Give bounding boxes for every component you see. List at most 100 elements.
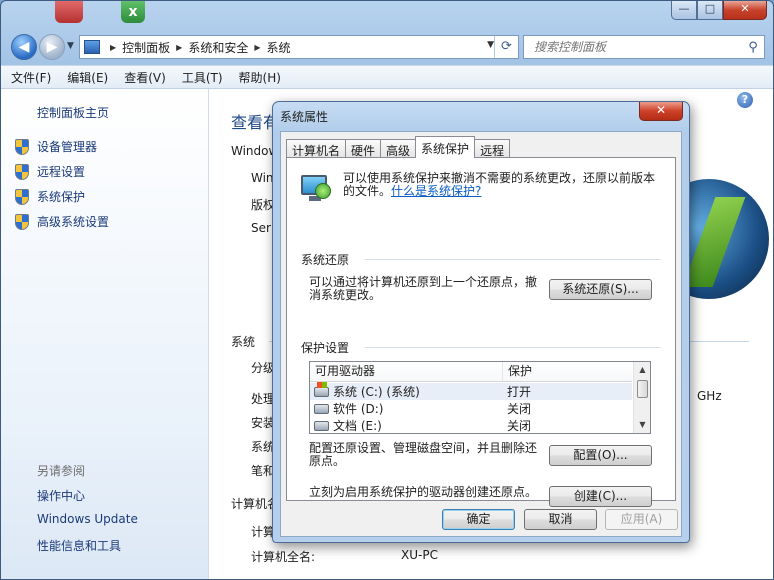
tab-remote[interactable]: 远程 <box>474 139 511 158</box>
tab-strip: 计算机名 硬件 高级 系统保护 远程 <box>286 136 511 158</box>
caption-buttons: — □ ✕ <box>671 1 767 20</box>
what-is-system-protection-link[interactable]: 什么是系统保护? <box>391 184 481 198</box>
ok-button[interactable]: 确定 <box>442 509 515 530</box>
breadcrumb-chevron-icon[interactable]: ▶ <box>254 43 260 52</box>
menu-help[interactable]: 帮助(H) <box>239 69 281 86</box>
intro-text-block: 可以使用系统保护来撤消不需要的系统更改，还原以前版本的文件。什么是系统保护? <box>343 172 663 198</box>
sidebar-item-label: 系统保护 <box>37 190 86 204</box>
dialog-close-button[interactable]: ✕ <box>639 102 683 121</box>
minimize-button[interactable]: — <box>671 1 697 20</box>
sidebar-item-remote-settings[interactable]: 远程设置 <box>15 163 85 180</box>
scroll-down-icon[interactable]: ▼ <box>634 417 650 433</box>
dialog-title: 系统属性 <box>280 110 329 124</box>
sidebar-item-system-protection[interactable]: 系统保护 <box>15 188 85 205</box>
column-header-protection[interactable]: 保护 <box>503 362 632 381</box>
system-restore-description: 可以通过将计算机还原到上一个还原点，撤消系统更改。 <box>309 275 538 302</box>
tab-computer-name[interactable]: 计算机名 <box>286 139 347 158</box>
edition-row-label: Win <box>251 171 274 185</box>
drive-icon <box>314 420 329 431</box>
full-name-label: 计算机全名: <box>251 550 316 564</box>
configure-description: 配置还原设置、管理磁盘空间，并且删除还原点。 <box>309 441 538 468</box>
sidebar-item-device-manager[interactable]: 设备管理器 <box>15 138 97 155</box>
refresh-icon[interactable]: ⟳ <box>494 36 518 58</box>
column-header-drives[interactable]: 可用驱动器 <box>310 362 503 381</box>
title-bar: x — □ ✕ <box>1 1 773 29</box>
search-input[interactable] <box>524 39 742 55</box>
protection-settings-group-label: 保护设置 <box>301 341 350 355</box>
protection-state: 关闭 <box>507 402 532 416</box>
menu-view[interactable]: 查看(V) <box>124 69 166 86</box>
menu-edit[interactable]: 编辑(E) <box>67 69 108 86</box>
table-row[interactable]: 文档 (E:) 关闭 <box>310 417 632 433</box>
breadcrumb-item-control-panel[interactable]: 控制面板 <box>122 39 170 56</box>
system-protection-icon <box>301 173 331 203</box>
tab-advanced[interactable]: 高级 <box>380 139 417 158</box>
system-restore-button[interactable]: 系统还原(S)... <box>549 279 652 300</box>
breadcrumb-chevron-icon[interactable]: ▶ <box>110 43 116 52</box>
uac-shield-icon <box>15 213 29 230</box>
excel-icon: x <box>121 1 145 23</box>
breadcrumb-item-system-security[interactable]: 系统和安全 <box>188 39 248 56</box>
back-button[interactable]: ◀ <box>11 34 37 60</box>
system-drive-icon <box>314 381 329 397</box>
menu-tools[interactable]: 工具(T) <box>182 69 223 86</box>
table-row[interactable]: 系统 (C:) (系统) 打开 <box>310 381 632 400</box>
menu-bar: 文件(F) 编辑(E) 查看(V) 工具(T) 帮助(H) <box>1 65 773 89</box>
create-description: 立刻为启用系统保护的驱动器创建还原点。 <box>309 485 538 499</box>
menu-file[interactable]: 文件(F) <box>11 69 51 86</box>
service-pack-row-label: Ser <box>251 221 271 235</box>
drive-name: 文档 (E:) <box>333 419 382 433</box>
tab-system-protection[interactable]: 系统保护 <box>415 136 476 158</box>
dialog-client-area: 计算机名 硬件 高级 系统保护 远程 可以使用系统保护来撤消不需要的系统更改，还… <box>280 131 682 537</box>
intro-text: 可以使用系统保护来撤消不需要的系统更改，还原以前版本的文件。 <box>343 171 656 198</box>
system-properties-dialog: 系统属性 ✕ 计算机名 硬件 高级 系统保护 远程 可以使用系统保护来撤消不需要… <box>272 101 690 543</box>
windows-update-link[interactable]: Windows Update <box>37 512 138 526</box>
scroll-thumb[interactable] <box>637 380 648 398</box>
protection-state: 关闭 <box>507 419 532 433</box>
breadcrumb-item-system[interactable]: 系统 <box>267 39 291 56</box>
protection-state: 打开 <box>507 385 532 399</box>
breadcrumb-chevron-icon[interactable]: ▶ <box>176 43 182 52</box>
forward-button[interactable]: ▶ <box>39 34 65 60</box>
control-panel-home-link[interactable]: 控制面板主页 <box>37 104 109 121</box>
performance-info-link[interactable]: 性能信息和工具 <box>37 537 121 554</box>
maximize-button[interactable]: □ <box>697 1 723 20</box>
left-task-pane: 控制面板主页 设备管理器 远程设置 系统保护 高级系统设置 另请参阅 操作中心 … <box>1 89 209 579</box>
apply-button[interactable]: 应用(A) <box>605 509 678 530</box>
system-protection-panel: 可以使用系统保护来撤消不需要的系统更改，还原以前版本的文件。什么是系统保护? 系… <box>286 157 676 507</box>
cancel-button[interactable]: 取消 <box>524 509 597 530</box>
uac-shield-icon <box>15 163 29 180</box>
breadcrumb: ▶ 控制面板 ▶ 系统和安全 ▶ 系统 <box>104 39 291 56</box>
list-scrollbar[interactable]: ▲ ▼ <box>633 362 650 433</box>
sidebar-item-advanced-settings[interactable]: 高级系统设置 <box>15 213 109 230</box>
sidebar-item-label: 远程设置 <box>37 165 86 179</box>
close-button[interactable]: ✕ <box>723 1 767 20</box>
sidebar-item-label: 高级系统设置 <box>37 215 110 229</box>
processor-speed-unit: GHz <box>697 389 722 403</box>
group-divider <box>365 259 661 260</box>
full-name-value: XU-PC <box>401 548 438 562</box>
uac-shield-icon <box>15 138 29 155</box>
navigation-bar: ◀ ▶ ▼ ▶ 控制面板 ▶ 系统和安全 ▶ 系统 ▼ ⟳ ⚲ <box>1 31 773 63</box>
drive-protection-list[interactable]: 可用驱动器 保护 系统 (C:) (系统) 打开 软件 (D:) 关闭 文档 (… <box>309 361 651 434</box>
recent-pages-dropdown-icon[interactable]: ▼ <box>67 41 74 51</box>
scroll-up-icon[interactable]: ▲ <box>634 362 650 378</box>
action-center-link[interactable]: 操作中心 <box>37 487 85 504</box>
see-also-heading: 另请参阅 <box>37 464 86 478</box>
drive-name: 系统 (C:) (系统) <box>333 385 420 399</box>
sidebar-item-label: 设备管理器 <box>37 140 98 154</box>
configure-button[interactable]: 配置(O)... <box>549 445 652 466</box>
list-header: 可用驱动器 保护 <box>310 362 632 382</box>
address-dropdown-icon[interactable]: ▼ <box>487 40 494 50</box>
control-panel-icon <box>84 40 100 54</box>
address-bar[interactable]: ▶ 控制面板 ▶ 系统和安全 ▶ 系统 ▼ ⟳ <box>79 35 519 59</box>
help-icon[interactable]: ? <box>737 92 753 108</box>
tab-hardware[interactable]: 硬件 <box>345 139 382 158</box>
search-icon[interactable]: ⚲ <box>742 40 764 55</box>
table-row[interactable]: 软件 (D:) 关闭 <box>310 400 632 417</box>
create-button[interactable]: 创建(C)... <box>549 486 652 507</box>
uac-shield-icon <box>15 188 29 205</box>
search-box: ⚲ <box>523 35 765 59</box>
system-restore-group-label: 系统还原 <box>301 253 350 267</box>
group-divider <box>365 347 661 348</box>
